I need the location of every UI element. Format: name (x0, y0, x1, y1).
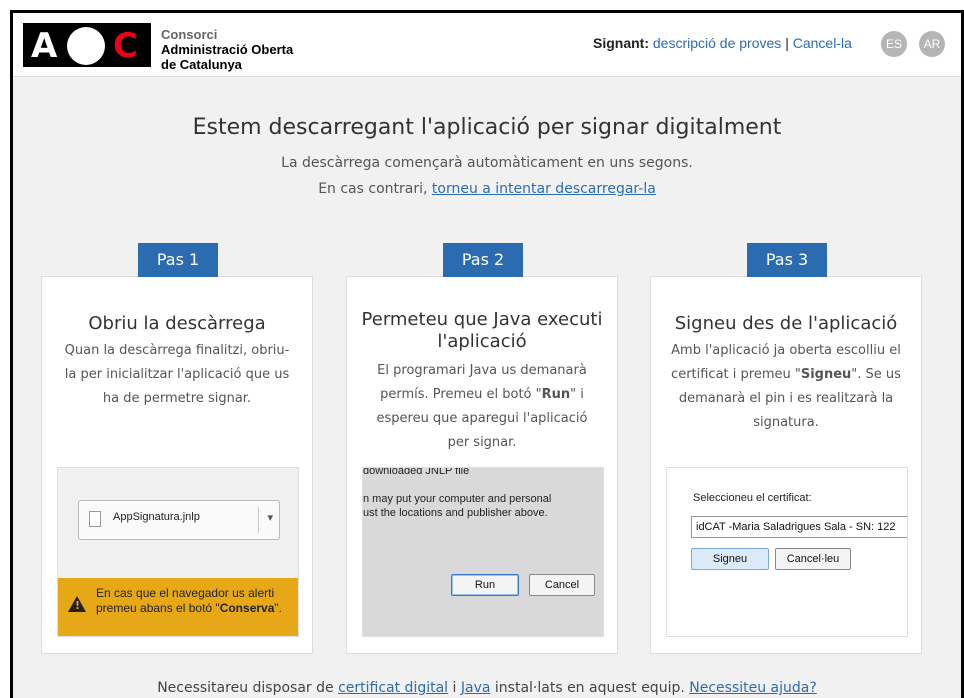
logo-letter-a: A (31, 26, 58, 66)
footer-mid: i (452, 680, 457, 696)
org-line-2: Administració Oberta (161, 42, 294, 57)
shot-line-1: downloaded JNLP file (363, 467, 470, 477)
warning-text-b: Conserva (219, 601, 275, 615)
language-es-button[interactable]: ES (881, 31, 907, 57)
aoc-logo: A C (23, 23, 151, 67)
chevron-down-icon: ▾ (267, 511, 273, 524)
step-2-screenshot: downloaded JNLP file n may put your comp… (362, 467, 604, 637)
logo-letter-c: C (113, 26, 138, 66)
step-1-screenshot: AppSignatura.jnlp ▾ ! En cas que el nave… (57, 467, 299, 637)
download-filename: AppSignatura.jnlp (113, 511, 200, 523)
step-3-title: Signeu des de l'aplicació (674, 313, 898, 334)
signant-info: Signant: descripció de proves | Cancel-l… (593, 35, 852, 51)
step-1-tag: Pas 1 (138, 243, 218, 277)
warning-text-c: ". (274, 601, 282, 615)
step-2-text-b: Run (541, 387, 571, 402)
step-3-text-b: Signeu (800, 367, 852, 382)
page-subtitle: La descàrrega començarà automàticament e… (281, 155, 693, 171)
shot-line-2: n may put your computer and personal (363, 493, 552, 505)
warning-banner: ! En cas que el navegador us alerti prem… (58, 578, 298, 636)
page-title: Estem descarregant l'aplicació per signa… (192, 115, 782, 140)
help-link[interactable]: Necessiteu ajuda? (689, 680, 817, 696)
step-2-text: El programari Java us demanarà permís. P… (347, 359, 617, 455)
certificate-field: idCAT -Maria Saladrigues Sala - SN: 122 (691, 516, 907, 538)
step-3-text: Amb l'aplicació ja oberta escolliu el ce… (651, 339, 921, 435)
org-line-3: de Catalunya (161, 57, 242, 72)
language-ar-button[interactable]: AR (919, 31, 945, 57)
sign-button: Signeu (691, 548, 769, 570)
org-line-1: Consorci (161, 27, 218, 42)
step-3-screenshot: Seleccioneu el certificat: idCAT -Maria … (666, 467, 908, 637)
warning-icon: ! (68, 596, 86, 612)
step-2-card: Pas 2 Permeteu que Java executi l'aplica… (346, 243, 618, 654)
retry-download-link[interactable]: torneu a intentar descarregar-la (432, 181, 656, 197)
download-item: AppSignatura.jnlp ▾ (78, 500, 280, 540)
signant-description-link[interactable]: descripció de proves (653, 35, 781, 51)
logo-circle-icon (67, 27, 105, 65)
certificate-label: Seleccioneu el certificat: (693, 492, 812, 504)
step-2-title: Permeteu que Java executi l'aplicació (361, 309, 603, 352)
certificate-link[interactable]: certificat digital (338, 680, 448, 696)
step-3-tag: Pas 3 (747, 243, 827, 277)
step-1-card: Pas 1 Obriu la descàrrega Quan la descàr… (41, 243, 313, 654)
cancel-button: Cancel (529, 574, 595, 596)
signant-label: Signant: (593, 35, 649, 51)
file-icon (89, 511, 101, 527)
step-2-tag: Pas 2 (443, 243, 523, 277)
retry-prefix: En cas contrari, (318, 181, 428, 197)
run-button: Run (451, 574, 519, 596)
step-1-text: Quan la descàrrega finalitzi, obriu-la p… (64, 343, 290, 406)
organization-name: Consorci Administració Oberta de Catalun… (161, 27, 293, 72)
footer: Necessitareu disposar de certificat digi… (13, 680, 961, 696)
step-1-title: Obriu la descàrrega (88, 313, 266, 334)
footer-suffix: instal·lats en aquest equip. (494, 680, 685, 696)
java-link[interactable]: Java (461, 680, 491, 696)
browser-frame: A C Consorci Administració Oberta de Cat… (10, 10, 964, 698)
step-3-card: Pas 3 Signeu des de l'aplicació Amb l'ap… (650, 243, 922, 654)
separator: | (785, 35, 789, 51)
header: A C Consorci Administració Oberta de Cat… (13, 13, 961, 77)
cancel-button: Cancel·leu (775, 548, 851, 570)
retry-line: En cas contrari, torneu a intentar desca… (13, 181, 961, 197)
divider (258, 507, 259, 533)
shot-line-3: ust the locations and publisher above. (363, 507, 548, 519)
cancel-link[interactable]: Cancel-la (793, 35, 852, 51)
footer-prefix: Necessitareu disposar de (157, 680, 334, 696)
